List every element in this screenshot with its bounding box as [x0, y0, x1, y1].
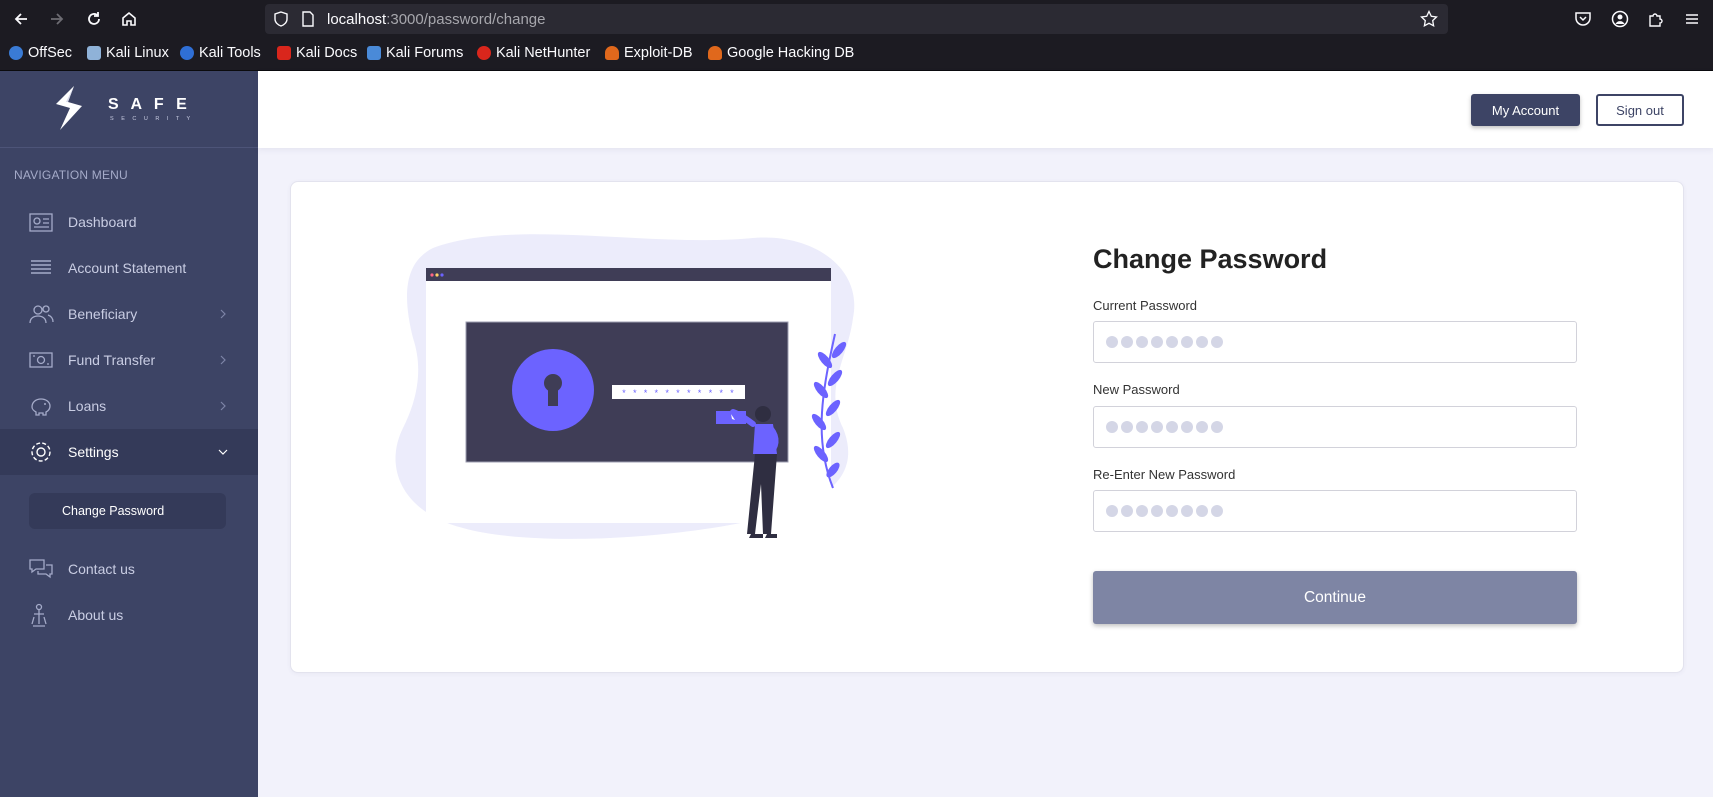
extensions-icon[interactable] [1645, 8, 1667, 30]
illustration-password-mask: * * * * * * * * * * * [621, 389, 734, 399]
reload-icon[interactable] [83, 8, 105, 30]
nav-menu-title: NAVIGATION MENU [14, 168, 128, 182]
new-password-input[interactable] [1093, 406, 1577, 448]
fund-transfer-icon [29, 352, 53, 368]
statement-icon [31, 260, 51, 274]
bookmark-kali-forums[interactable]: Kali Forums [367, 45, 463, 61]
browser-toolbar: localhost:3000/password/change [0, 0, 1713, 38]
sidebar-item-contact-us[interactable]: Contact us [0, 546, 258, 592]
offsec-icon [9, 46, 23, 60]
page-info-icon[interactable] [301, 11, 315, 32]
chevron-down-icon [218, 449, 228, 455]
password-mask-dots [1106, 421, 1223, 433]
logo-tagline: S E C U R I T Y [110, 116, 194, 122]
sidebar-item-fund-transfer[interactable]: Fund Transfer [0, 337, 258, 383]
chevron-right-icon [220, 355, 226, 365]
account-icon[interactable] [1609, 8, 1631, 30]
new-password-label: New Password [1093, 382, 1180, 397]
sidebar-item-label: About us [68, 607, 124, 623]
chevron-right-icon [220, 401, 226, 411]
forward-icon[interactable] [46, 8, 68, 30]
kali-dragon-icon [87, 46, 101, 60]
home-icon[interactable] [118, 8, 140, 30]
contact-icon [29, 559, 53, 579]
bookmark-star-icon[interactable] [1420, 9, 1438, 33]
kali-tools-icon [180, 46, 194, 60]
logo[interactable]: S A F E S E C U R I T Y [0, 71, 258, 148]
current-password-label: Current Password [1093, 298, 1198, 313]
ghdb-icon [708, 46, 722, 60]
sidebar-item-label: Contact us [68, 561, 135, 577]
reenter-password-label: Re-Enter New Password [1093, 467, 1236, 482]
settings-icon [31, 442, 51, 462]
sidebar-item-settings[interactable]: Settings [0, 429, 258, 475]
password-mask-dots [1106, 336, 1223, 348]
sidebar-item-label: Settings [68, 444, 119, 460]
beneficiary-icon [29, 305, 54, 324]
sidebar-item-dashboard[interactable]: Dashboard [0, 199, 258, 245]
kali-docs-icon [277, 46, 291, 60]
sidebar-subitem-change-password[interactable]: Change Password [29, 493, 226, 529]
sidebar-item-label: Beneficiary [68, 306, 138, 322]
dashboard-icon [29, 213, 53, 232]
sidebar-item-about-us[interactable]: About us [0, 592, 258, 638]
my-account-button[interactable]: My Account [1471, 94, 1580, 126]
bookmarks-bar: OffSec Kali Linux Kali Tools Kali Docs K… [0, 38, 1713, 71]
password-illustration: * * * * * * * * * * * [395, 234, 855, 539]
continue-button[interactable]: Continue [1093, 571, 1577, 624]
shield-icon[interactable] [273, 11, 289, 32]
back-icon[interactable] [10, 8, 32, 30]
sidebar-item-label: Fund Transfer [68, 352, 156, 368]
sign-out-button[interactable]: Sign out [1596, 94, 1684, 126]
sidebar-item-label: Dashboard [68, 214, 137, 230]
bookmark-offsec[interactable]: OffSec [9, 45, 72, 61]
reenter-password-input[interactable] [1093, 490, 1577, 532]
chevron-right-icon [220, 309, 226, 319]
kali-forums-icon [367, 46, 381, 60]
loans-icon [31, 398, 51, 416]
logo-wordmark: S A F E [108, 96, 191, 113]
url-text: localhost:3000/password/change [327, 11, 546, 28]
safe-logo-icon [56, 86, 82, 130]
sidebar-item-beneficiary[interactable]: Beneficiary [0, 291, 258, 337]
sidebar: S A F E S E C U R I T Y NAVIGATION MENU … [0, 71, 258, 797]
bookmark-kali-linux[interactable]: Kali Linux [87, 45, 169, 61]
nethunter-icon [477, 46, 491, 60]
password-mask-dots [1106, 505, 1223, 517]
bookmark-kali-docs[interactable]: Kali Docs [277, 45, 357, 61]
bookmark-exploit-db[interactable]: Exploit-DB [605, 45, 693, 61]
current-password-input[interactable] [1093, 321, 1577, 363]
sidebar-item-label: Loans [68, 398, 107, 414]
about-icon [31, 603, 47, 627]
bookmark-kali-tools[interactable]: Kali Tools [180, 45, 261, 61]
sidebar-item-loans[interactable]: Loans [0, 383, 258, 429]
sidebar-item-label: Account Statement [68, 260, 187, 276]
sidebar-item-account-statement[interactable]: Account Statement [0, 245, 258, 291]
pocket-icon[interactable] [1572, 8, 1594, 30]
exploit-db-icon [605, 46, 619, 60]
bookmark-kali-nethunter[interactable]: Kali NetHunter [477, 45, 590, 61]
page-title: Change Password [1093, 244, 1328, 274]
url-bar[interactable]: localhost:3000/password/change [265, 4, 1448, 34]
bookmark-google-hacking-db[interactable]: Google Hacking DB [708, 45, 854, 61]
menu-icon[interactable] [1681, 8, 1703, 30]
